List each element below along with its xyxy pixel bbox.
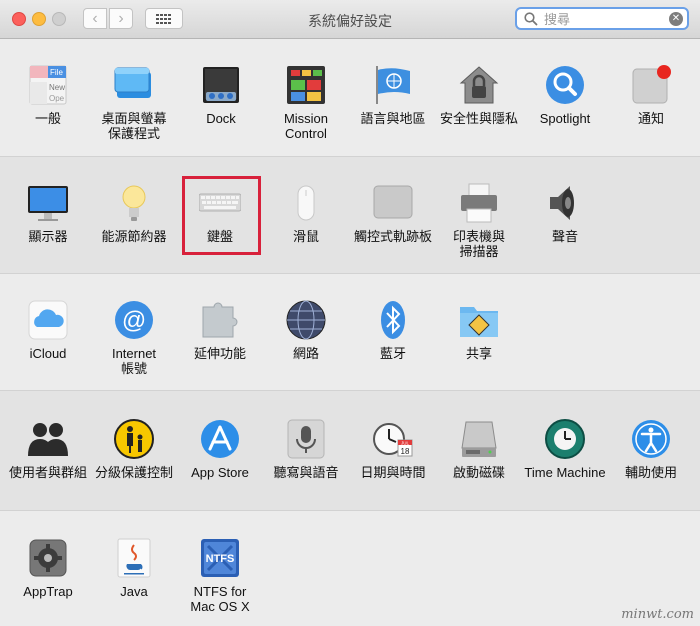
pref-label: 使用者與群組 — [8, 465, 87, 480]
pref-label: 日期與時間 — [360, 465, 426, 480]
pref-label: 聽寫與語音 — [273, 465, 339, 480]
mouse-icon — [297, 185, 315, 221]
spotlight-icon — [546, 66, 584, 104]
display-icon — [28, 186, 68, 221]
pref-label: 輔助使用 — [624, 465, 677, 480]
pref-label: iCloud — [29, 346, 67, 361]
section-personal: File New Ope 一般 桌面與螢幕 保護程式 Dock Mission … — [0, 39, 700, 156]
sharing-folder-icon — [460, 307, 498, 337]
pref-label: 藍牙 — [379, 346, 406, 361]
section-hardware-1: 顯示器 能源節約器 鍵盤 滑鼠 觸控式軌跡板 印表機與 掃描器 聲音 — [0, 156, 700, 273]
system-preferences-window: ‹ › 系統偏好設定 ✕ — [0, 0, 700, 626]
app-store-icon — [201, 420, 239, 458]
pref-label: Internet 帳號 — [111, 346, 157, 376]
microphone-icon — [287, 419, 325, 459]
pref-label: Dock — [206, 111, 236, 126]
at-sign-icon: @ — [115, 301, 153, 339]
pref-label: 通知 — [637, 111, 664, 126]
pref-label: 語言與地區 — [360, 111, 426, 126]
svg-text:JUL: JUL — [401, 441, 409, 446]
pref-label: 能源節約器 — [101, 229, 167, 244]
pref-label: 安全性與隱私 — [439, 111, 518, 126]
pref-label: 印表機與 掃描器 — [452, 229, 505, 259]
pref-label: AppTrap — [23, 584, 73, 599]
pref-label: 滑鼠 — [292, 229, 319, 244]
svg-text:File: File — [50, 68, 63, 77]
pref-label: App Store — [191, 465, 249, 480]
icloud-icon — [28, 300, 68, 340]
java-icon — [117, 538, 151, 578]
pref-label: Spotlight — [539, 111, 591, 126]
desktop-screensaver-icon — [114, 67, 151, 98]
puzzle-icon — [202, 302, 238, 338]
pref-label: Mission Control — [283, 111, 329, 141]
section-other: AppTrap Java NTFS NTFS for Mac OS X — [0, 510, 700, 626]
pref-label: NTFS for Mac OS X — [190, 584, 250, 614]
pref-label: 網路 — [292, 346, 319, 361]
search-icon — [524, 12, 538, 26]
search-field[interactable]: ✕ — [515, 7, 689, 30]
pref-label: 共享 — [465, 346, 492, 361]
printer-icon — [461, 183, 497, 223]
accessibility-icon — [632, 420, 670, 458]
speaker-icon — [550, 186, 574, 220]
mission-control-icon — [287, 66, 325, 104]
pref-label: 觸控式軌跡板 — [353, 229, 432, 244]
pref-label: Time Machine — [524, 465, 606, 480]
pref-label: 桌面與螢幕 保護程式 — [101, 111, 167, 141]
general-icon: File New Ope — [29, 65, 67, 105]
bluetooth-icon — [381, 301, 405, 339]
svg-text:NTFS: NTFS — [206, 553, 235, 565]
apptrap-icon — [29, 539, 67, 577]
pref-label: 一般 — [34, 111, 61, 126]
pref-label: 聲音 — [551, 229, 578, 244]
title-bar: ‹ › 系統偏好設定 ✕ — [0, 0, 700, 39]
pref-label: 延伸功能 — [193, 346, 246, 361]
svg-text:New: New — [49, 83, 65, 92]
clear-search-icon[interactable]: ✕ — [669, 12, 683, 26]
pref-label: 顯示器 — [28, 229, 68, 244]
svg-text:Ope: Ope — [49, 94, 65, 103]
time-machine-icon — [545, 419, 585, 459]
search-input[interactable] — [542, 10, 666, 29]
network-globe-icon — [286, 300, 326, 340]
users-icon — [28, 423, 68, 456]
svg-text:18: 18 — [401, 447, 410, 456]
house-lock-icon — [459, 66, 499, 104]
dock-icon — [203, 67, 239, 103]
section-internet: iCloud @ Internet 帳號 延伸功能 網路 藍牙 共享 — [0, 273, 700, 390]
pref-label: Java — [120, 584, 148, 599]
watermark: minwt.com — [621, 607, 694, 622]
lightbulb-icon — [122, 185, 146, 221]
ntfs-icon: NTFS — [201, 539, 239, 577]
un-flag-icon — [376, 66, 410, 104]
keyboard-highlight-box — [182, 176, 261, 255]
pref-label: 分級保護控制 — [94, 465, 173, 480]
trackpad-icon — [373, 185, 413, 219]
parental-controls-icon — [114, 419, 154, 459]
pref-label: 啟動磁碟 — [452, 465, 505, 480]
hard-disk-icon — [461, 421, 497, 457]
notifications-icon — [632, 65, 671, 104]
svg-text:@: @ — [122, 307, 146, 334]
section-system: 使用者與群組 分級保護控制 App Store 聽寫與語音 JUL 18 日期與… — [0, 390, 700, 510]
clock-calendar-icon: JUL 18 — [373, 423, 413, 457]
